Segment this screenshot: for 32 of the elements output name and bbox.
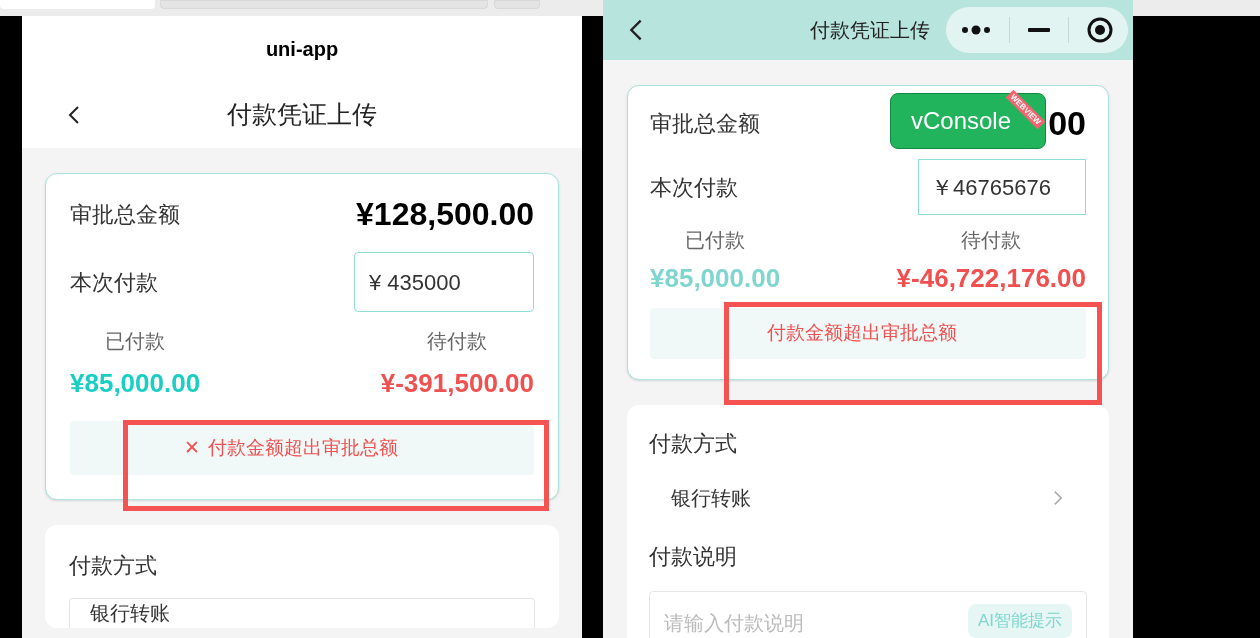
more-icon[interactable]	[961, 25, 991, 35]
method-label: 付款方式	[69, 552, 158, 580]
capsule-menu[interactable]	[946, 7, 1128, 53]
payment-input[interactable]: ￥46765676	[918, 159, 1086, 215]
due-label: 待付款	[427, 329, 488, 354]
page-title: 付款凭证上传	[227, 99, 377, 131]
total-label: 审批总金额	[70, 200, 180, 229]
error-message: 付款金额超出审批总额	[208, 435, 398, 460]
page-title: 付款凭证上传	[810, 18, 930, 43]
error-message: 付款金额超出审批总额	[767, 321, 957, 346]
back-icon[interactable]	[68, 105, 80, 125]
error-icon: ✕	[184, 433, 200, 463]
paid-label: 已付款	[685, 228, 746, 253]
due-label: 待付款	[961, 228, 1022, 253]
paid-label: 已付款	[105, 329, 166, 354]
app-name: uni-app	[265, 37, 339, 62]
payment-input[interactable]: ¥ 435000	[354, 252, 534, 312]
method-select[interactable]: 银行转账	[69, 598, 535, 628]
back-icon[interactable]	[629, 18, 643, 42]
payment-label: 本次付款	[70, 268, 158, 297]
close-target-icon[interactable]	[1087, 17, 1113, 43]
total-amount: ¥128,500.00	[356, 195, 534, 234]
method-label: 付款方式	[649, 430, 738, 458]
total-amount: 00	[1048, 103, 1086, 144]
method-select[interactable]: 银行转账	[649, 478, 1087, 518]
total-label: 审批总金额	[650, 110, 760, 138]
payment-label: 本次付款	[650, 173, 738, 202]
paid-amount: ¥85,000.00	[650, 262, 781, 295]
due-amount: ¥-391,500.00	[380, 367, 534, 400]
note-label: 付款说明	[649, 543, 738, 571]
due-amount: ¥-46,722,176.00	[896, 262, 1086, 295]
paid-amount: ¥85,000.00	[70, 367, 201, 400]
